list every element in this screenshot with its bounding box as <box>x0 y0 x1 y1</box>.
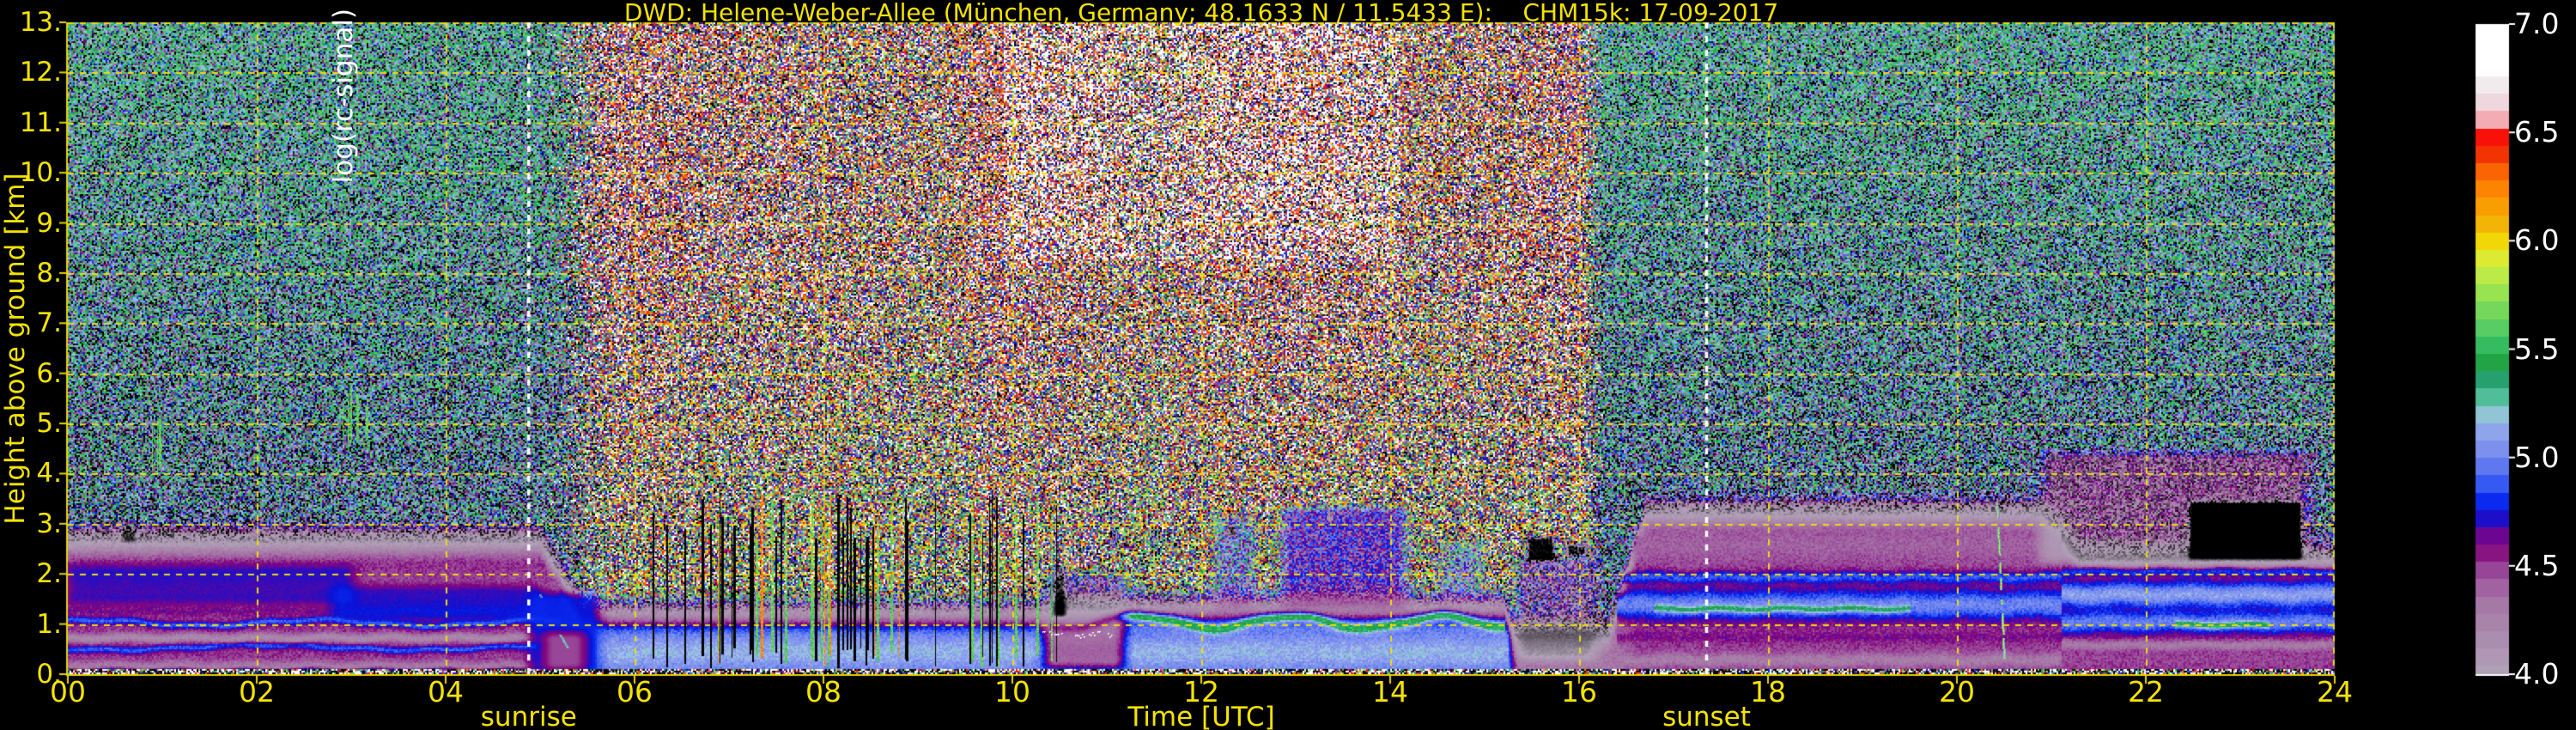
colorbar-tick-label: 6.0 <box>2514 223 2560 258</box>
x-tick-label: 02 <box>239 675 275 709</box>
y-tick-label: 5. <box>36 408 62 440</box>
x-tick-label: 24 <box>2317 675 2353 709</box>
y-tick-label: 9. <box>36 207 62 239</box>
y-tick-label: 1. <box>36 608 62 640</box>
ceilometer-quicklook: DWD: Helene-Weber-Allee (München, German… <box>0 0 2576 730</box>
colorbar-tick-label: 4.0 <box>2514 657 2560 690</box>
x-tick-label: 10 <box>994 675 1030 709</box>
y-tick-label: 4. <box>36 458 62 490</box>
x-tick-label: 08 <box>805 675 841 709</box>
colorbar-tick-label: 6.5 <box>2514 115 2560 149</box>
y-tick-label: 6. <box>36 357 62 389</box>
x-tick-label: 04 <box>428 675 464 709</box>
y-tick-label: 3. <box>36 508 62 539</box>
colorbar-label: log(rc-signal) @ 1064 nm <box>328 0 359 184</box>
y-tick-label: 8. <box>36 257 62 289</box>
y-tick-label: 12. <box>19 57 62 88</box>
x-tick-label: 12 <box>1183 675 1219 709</box>
y-tick-label: 2. <box>36 558 62 590</box>
x-tick-label: 16 <box>1561 675 1597 709</box>
x-tick-label: 00 <box>50 675 86 709</box>
x-tick-label: 20 <box>1939 675 1975 709</box>
heatmap-canvas <box>0 0 2576 730</box>
y-tick-label: 11. <box>19 106 62 138</box>
y-tick-label: 10. <box>19 157 62 189</box>
y-tick-label: 7. <box>36 307 62 339</box>
colorbar-tick-label: 5.0 <box>2514 440 2560 474</box>
x-tick-label: 14 <box>1372 675 1408 709</box>
x-tick-label: 18 <box>1750 675 1786 709</box>
colorbar-tick-label: 4.5 <box>2514 548 2560 582</box>
colorbar-tick-label: 5.5 <box>2514 332 2560 366</box>
page-title: DWD: Helene-Weber-Allee (München, German… <box>623 0 1779 27</box>
colorbar-tick-label: 7.0 <box>2514 7 2560 40</box>
y-tick-label: 13. <box>19 7 62 38</box>
x-tick-label: 06 <box>617 675 653 709</box>
x-tick-label: 22 <box>2128 675 2164 709</box>
